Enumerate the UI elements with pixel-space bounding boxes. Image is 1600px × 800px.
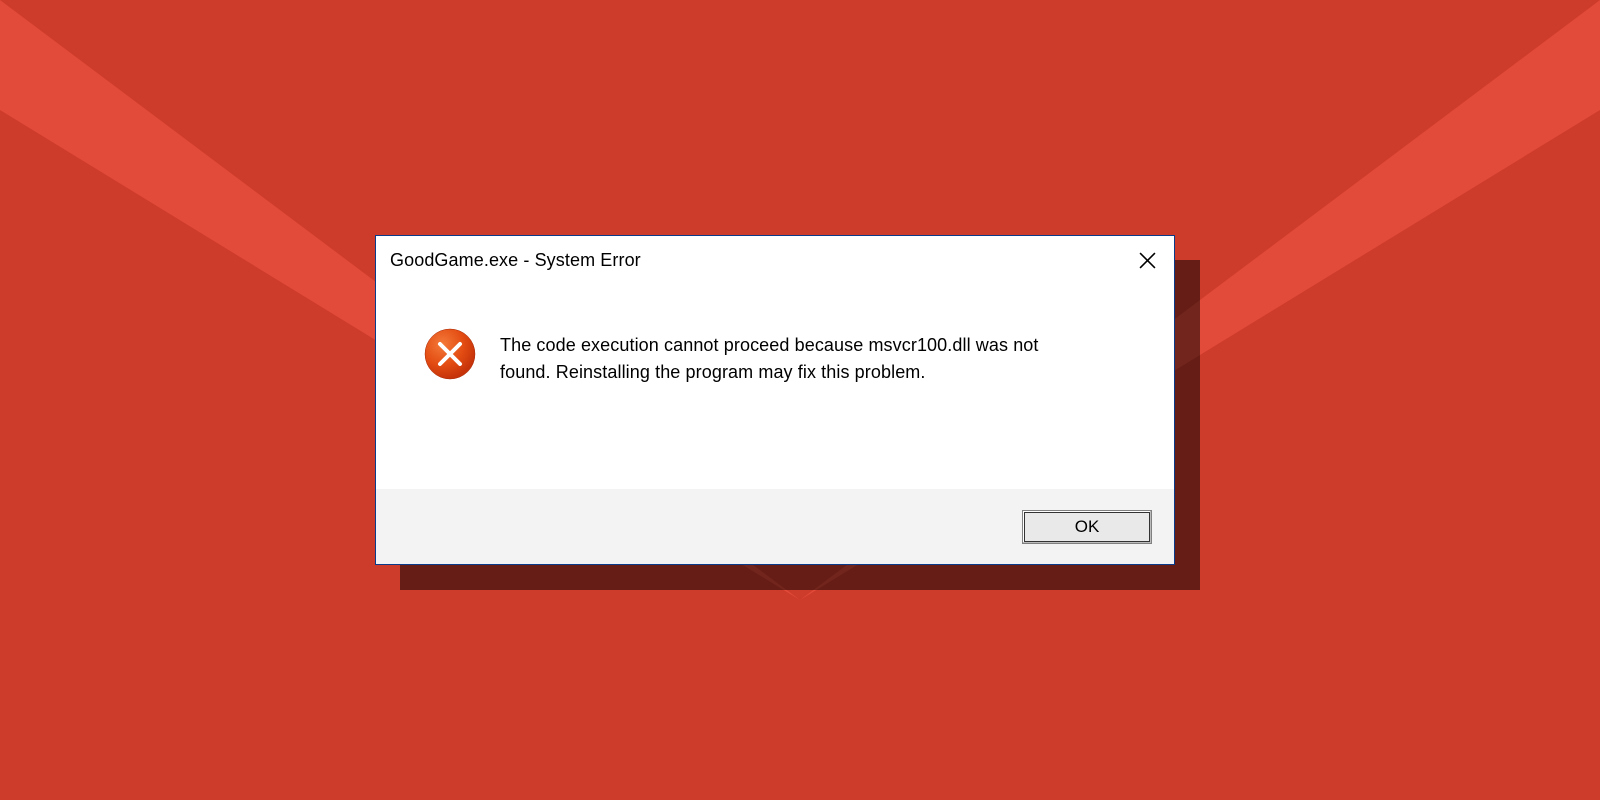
close-button[interactable] [1122,237,1172,283]
titlebar[interactable]: GoodGame.exe - System Error [376,236,1174,284]
dialog-button-area: OK [376,489,1174,564]
dialog-body: The code execution cannot proceed becaus… [376,284,1174,489]
close-icon [1139,252,1156,269]
error-dialog: GoodGame.exe - System Error [375,235,1175,565]
ok-button[interactable]: OK [1022,510,1152,544]
error-icon [424,328,476,380]
dialog-title: GoodGame.exe - System Error [390,250,1122,271]
dialog-message: The code execution cannot proceed becaus… [500,332,1139,386]
